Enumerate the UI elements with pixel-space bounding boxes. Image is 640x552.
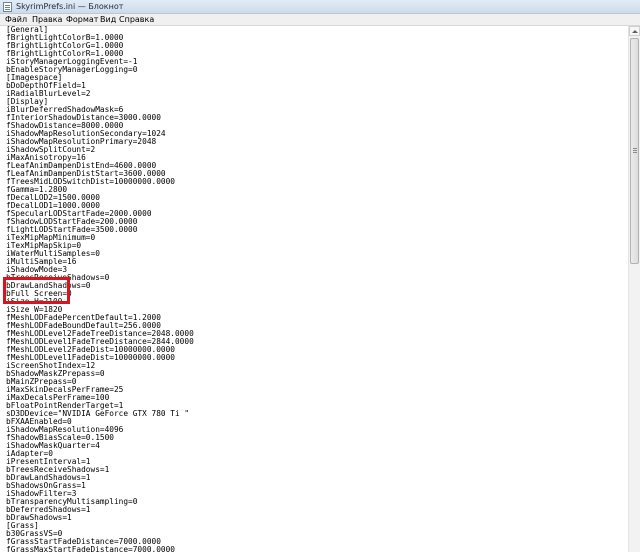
scroll-grip — [633, 148, 637, 149]
text-editor-area[interactable]: [General] fBrightLightColorB=1.0000 fBrigh… — [0, 26, 628, 552]
title-bar[interactable]: SkyrimPrefs.ini — Блокнот — [0, 0, 640, 14]
window-title: SkyrimPrefs.ini — Блокнот — [16, 2, 124, 11]
menu-edit[interactable]: Правка — [32, 14, 62, 25]
text-line: fGrassMaxStartFadeDistance=7000.0000 — [6, 545, 175, 552]
text-lines: [General] fBrightLightColorB=1.0000 fBrigh… — [6, 26, 194, 552]
scroll-thumb[interactable] — [630, 38, 639, 264]
menu-file[interactable]: Файл — [5, 14, 27, 25]
menu-bar: Файл Правка Формат Вид Справка — [0, 14, 640, 26]
menu-view[interactable]: Вид — [100, 14, 116, 25]
scroll-up-arrow-icon[interactable] — [629, 26, 640, 36]
menu-help[interactable]: Справка — [119, 14, 154, 25]
notepad-window: SkyrimPrefs.ini — Блокнот Файл Правка Фо… — [0, 0, 640, 552]
vertical-scrollbar[interactable] — [628, 26, 640, 552]
notepad-icon — [3, 2, 12, 12]
menu-format[interactable]: Формат — [66, 14, 98, 25]
